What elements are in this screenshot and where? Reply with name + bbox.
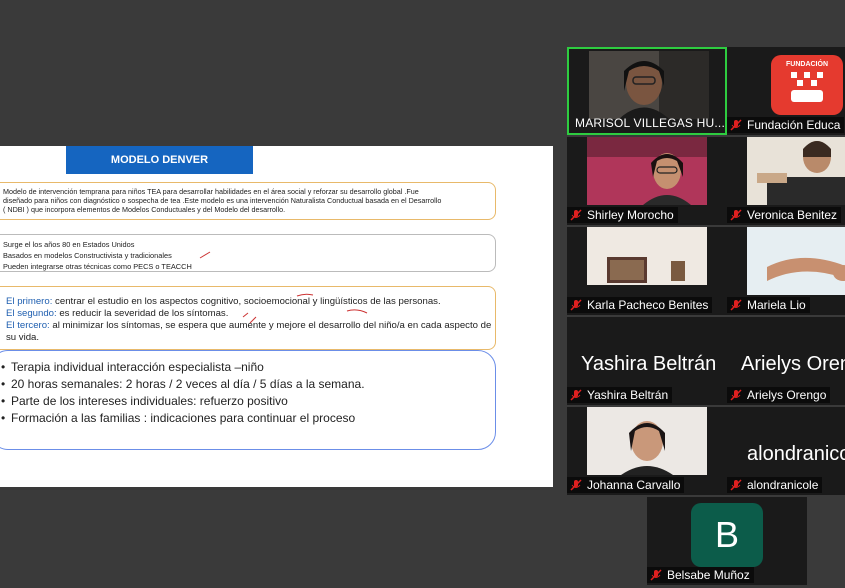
participant-video xyxy=(589,51,709,119)
participant-tile[interactable]: Shirley Morocho xyxy=(567,137,727,225)
participant-name: Veronica Benitez xyxy=(727,207,842,223)
zoom-meeting-window: MODELO DENVER Modelo de intervención tem… xyxy=(0,0,845,588)
mic-muted-icon xyxy=(730,479,742,491)
mic-muted-icon xyxy=(730,119,742,131)
participant-name: alondranicole xyxy=(727,477,823,493)
mic-muted-icon xyxy=(570,389,582,401)
participant-tile[interactable]: FUNDACIÓN Fundación Educa xyxy=(727,47,845,135)
history-item: Basados en modelos Constructivista y tra… xyxy=(3,251,172,260)
annotation-scribble xyxy=(242,312,257,324)
history-box: Surge el los años 80 en Estados Unidos B… xyxy=(0,234,496,272)
history-item: Pueden integrarse otras técnicas como PE… xyxy=(3,262,192,271)
participant-name: Fundación Educa xyxy=(727,117,845,133)
participant-tile-active[interactable]: MARISOL VILLEGAS HU... xyxy=(567,47,727,135)
participant-tile[interactable]: Veronica Benitez xyxy=(727,137,845,225)
mic-muted-icon xyxy=(570,209,582,221)
objective-label: El primero: xyxy=(6,296,53,307)
history-item: Surge el los años 80 en Estados Unidos xyxy=(3,240,135,249)
objective-label: El segundo: xyxy=(6,308,57,319)
methodology-item: Parte de los intereses individuales: ref… xyxy=(1,393,495,410)
avatar: B xyxy=(691,503,763,567)
mic-muted-icon xyxy=(730,389,742,401)
participant-tile[interactable]: Yashira Beltrán Yashira Beltrán xyxy=(567,317,727,405)
objective-text: es reducir la severidad de los síntomas. xyxy=(56,308,229,319)
participant-name: Mariela Lio xyxy=(727,297,810,313)
participant-name: MARISOL VILLEGAS HU... xyxy=(575,116,725,130)
participant-video xyxy=(587,407,707,475)
fundacion-logo: FUNDACIÓN xyxy=(771,55,843,115)
participant-display-name: Arielys Oren xyxy=(741,353,845,375)
participant-name: Belsabe Muñoz xyxy=(647,567,754,583)
objective-item: El primero: centrar el estudio en los as… xyxy=(6,296,495,308)
methodology-item: Terapia individual interacción especiali… xyxy=(1,359,495,376)
methodology-box: Terapia individual interacción especiali… xyxy=(0,350,496,450)
mic-muted-icon xyxy=(730,209,742,221)
participant-video xyxy=(747,227,845,295)
participant-name: Arielys Orengo xyxy=(727,387,831,403)
objective-label: El tercero: xyxy=(6,320,50,331)
objective-text: centrar el estudio en los aspectos cogni… xyxy=(52,296,441,307)
annotation-scribble xyxy=(346,309,368,314)
methodology-item: 20 horas semanales: 2 horas / 2 veces al… xyxy=(1,376,495,393)
participant-display-name: alondranicol xyxy=(747,443,845,465)
participant-name: Karla Pacheco Benites xyxy=(567,297,713,313)
participant-tile[interactable]: Karla Pacheco Benites xyxy=(567,227,727,315)
participant-name: Yashira Beltrán xyxy=(567,387,673,403)
participant-name: Shirley Morocho xyxy=(567,207,678,223)
participant-tile[interactable]: Johanna Carvallo xyxy=(567,407,727,495)
definition-box: Modelo de intervención temprana para niñ… xyxy=(0,182,496,220)
participant-name: Johanna Carvallo xyxy=(567,477,685,493)
participant-tile[interactable]: alondranicol alondranicole xyxy=(727,407,845,495)
annotation-scribble xyxy=(296,293,314,297)
participant-video xyxy=(747,137,845,205)
definition-line: diseñado para niños con diagnóstico o so… xyxy=(3,196,442,205)
mic-muted-icon xyxy=(570,299,582,311)
annotation-scribble xyxy=(199,251,211,259)
participant-video xyxy=(587,137,707,205)
definition-line: ( NDBI ) que incorpora elementos de Mode… xyxy=(3,205,286,214)
methodology-item: Formación a las familias : indicaciones … xyxy=(1,410,495,427)
participant-tile[interactable]: Mariela Lio xyxy=(727,227,845,315)
definition-line: Modelo de intervención temprana para niñ… xyxy=(3,187,419,196)
participant-display-name: Yashira Beltrán xyxy=(581,353,717,375)
mic-muted-icon xyxy=(570,479,582,491)
slide-title: MODELO DENVER xyxy=(66,146,253,174)
mic-muted-icon xyxy=(650,569,662,581)
participant-tile[interactable]: B Belsabe Muñoz xyxy=(647,497,807,585)
participant-tile[interactable]: Arielys Oren Arielys Orengo xyxy=(727,317,845,405)
logo-mark-icon xyxy=(791,72,823,102)
mic-muted-icon xyxy=(730,299,742,311)
shared-slide: MODELO DENVER Modelo de intervención tem… xyxy=(0,146,553,487)
participant-video xyxy=(587,227,707,295)
